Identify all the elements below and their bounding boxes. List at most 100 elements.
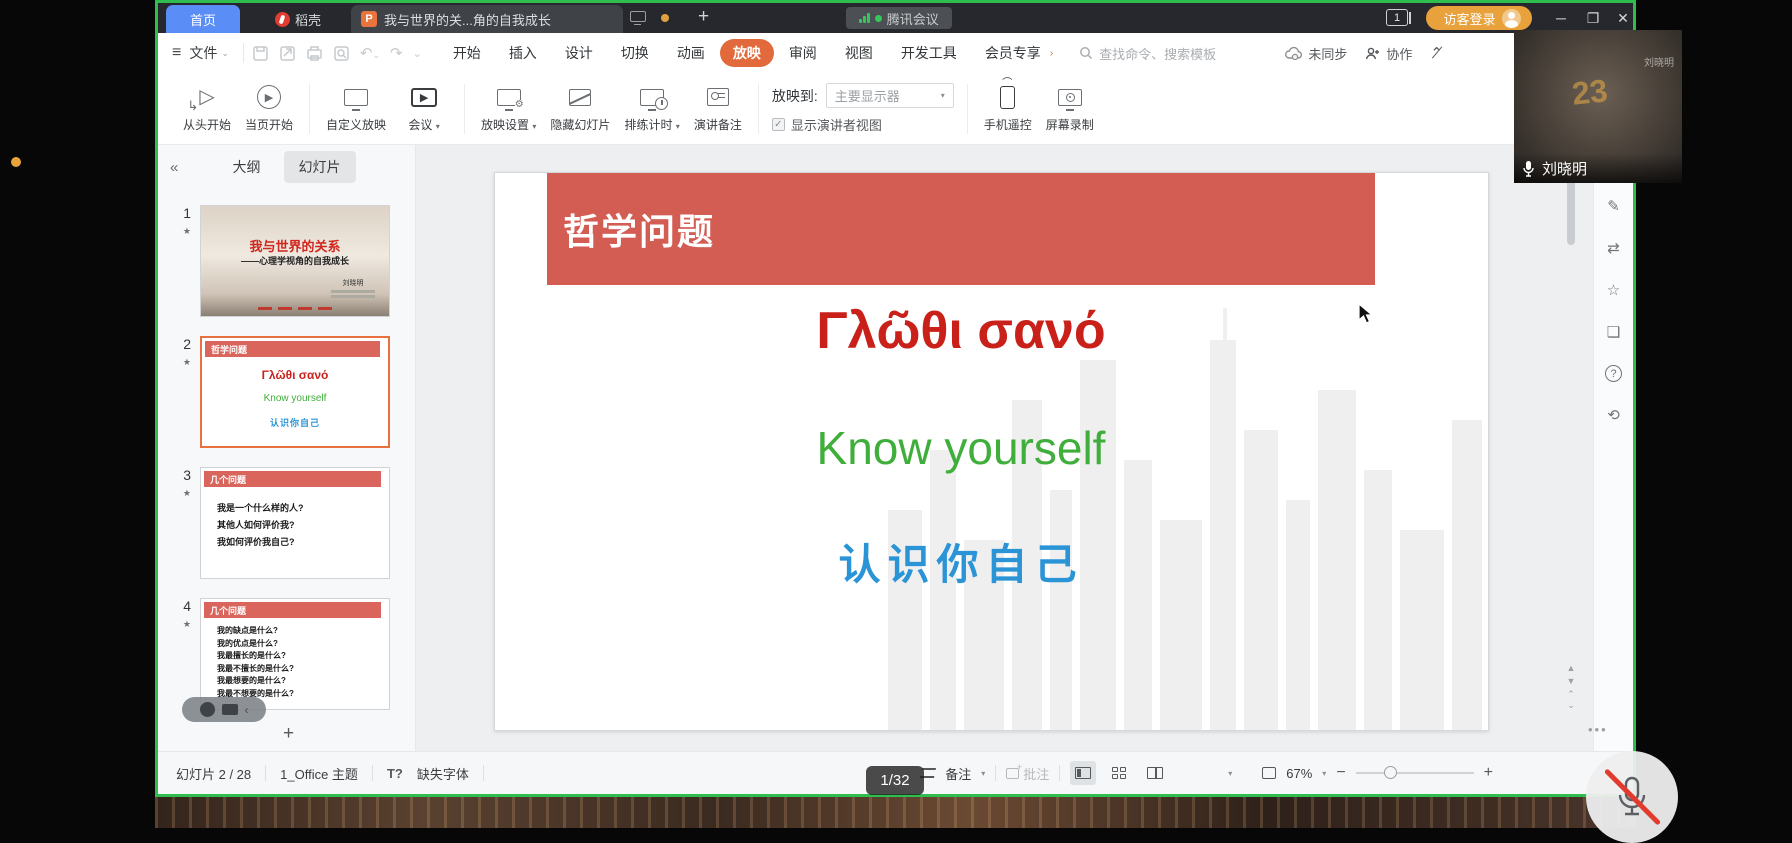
canvas-scrollbar[interactable]: ▲ ▼ ⌃⌄ bbox=[1565, 163, 1577, 733]
zoom-out-button[interactable]: − bbox=[1336, 764, 1345, 782]
redo-icon[interactable]: ↷ bbox=[390, 44, 403, 62]
comments-button[interactable]: 批注 bbox=[1006, 764, 1049, 783]
slide-english-text[interactable]: Know yourself bbox=[547, 421, 1375, 475]
slide-number: 3 bbox=[183, 467, 191, 483]
scrollbar-thumb[interactable] bbox=[1567, 173, 1575, 245]
view-read-button[interactable] bbox=[1142, 761, 1168, 785]
slide-thumbnail-1[interactable]: 1 ★ 我与世界的关系 ——心理学视角的自我成长 刘晓明 bbox=[158, 205, 390, 317]
tab-view[interactable]: 视图 bbox=[832, 39, 886, 67]
guest-login-button[interactable]: 访客登录 bbox=[1426, 6, 1532, 30]
current-slide[interactable]: 哲学问题 Γλῶθι σανό Know yourself 认识你自己 bbox=[494, 172, 1489, 731]
emoji-icon[interactable] bbox=[200, 702, 215, 717]
restore-button[interactable]: ❐ bbox=[1578, 3, 1608, 33]
adjust-icon[interactable]: ⇄ bbox=[1607, 239, 1620, 257]
slide-title-bar[interactable]: 哲学问题 bbox=[547, 173, 1375, 285]
view-normal-button[interactable] bbox=[1070, 761, 1096, 785]
view-more-caret-icon[interactable]: ▾ bbox=[1228, 769, 1232, 778]
zoom-level[interactable]: 67% bbox=[1286, 766, 1312, 781]
undo-icon[interactable]: ↶⌄ bbox=[360, 44, 380, 62]
tab-design[interactable]: 设计 bbox=[552, 39, 606, 67]
more-options-dots-icon[interactable]: ••• bbox=[1588, 722, 1608, 737]
tab-slideshow[interactable]: 放映 bbox=[720, 39, 774, 67]
collapse-panel-button[interactable]: « bbox=[170, 159, 178, 176]
phone-remote-button[interactable]: 手机遥控 bbox=[977, 78, 1039, 140]
tab-insert[interactable]: 插入 bbox=[496, 39, 550, 67]
display-target-select[interactable]: 主要显示器 ▾ bbox=[826, 83, 954, 108]
zoom-slider-knob[interactable] bbox=[1384, 766, 1397, 779]
tab-devtools[interactable]: 开发工具 bbox=[888, 39, 970, 67]
meeting-button[interactable]: ▶ 会议 ▾ bbox=[393, 78, 455, 140]
new-tab-button[interactable]: + bbox=[698, 6, 709, 28]
slide-canvas[interactable]: 哲学问题 Γλῶθι σανό Know yourself 认识你自己 ▲ ▼ … bbox=[416, 145, 1593, 751]
tab-vip[interactable]: 会员专享 bbox=[972, 39, 1054, 67]
slide-thumbnail-4[interactable]: 4 ★ 几个问题 我的缺点是什么? 我的优点是什么? 我最擅长的是什么? 我最不… bbox=[158, 598, 390, 710]
hamburger-icon[interactable]: ≡ bbox=[172, 44, 181, 62]
preview-icon[interactable] bbox=[333, 45, 350, 62]
scroll-up-icon[interactable]: ▲ bbox=[1565, 663, 1577, 673]
file-caret-icon[interactable]: ⌄ bbox=[221, 48, 229, 59]
tab-start[interactable]: 开始 bbox=[440, 39, 494, 67]
slide-chinese-text[interactable]: 认识你自己 bbox=[547, 531, 1375, 592]
slide-thumbnail-2-selected[interactable]: 2 ★ 哲学问题 Γλῶθι σανό Know yourself 认识你自己 bbox=[158, 336, 390, 448]
sync-status[interactable]: 未同步 bbox=[1284, 44, 1347, 63]
slide-greek-text[interactable]: Γλῶθι σανό bbox=[547, 301, 1375, 361]
screen-cast-icon[interactable] bbox=[630, 11, 646, 22]
screen-record-button[interactable]: 屏幕录制 bbox=[1039, 78, 1101, 140]
mute-mic-button[interactable] bbox=[1586, 751, 1678, 843]
tab-document[interactable]: P 我与世界的关...角的自我成长 bbox=[351, 5, 623, 33]
meeting-title-pill[interactable]: 腾讯会议 bbox=[846, 7, 952, 29]
close-button[interactable]: ✕ bbox=[1608, 3, 1638, 33]
vip-more-icon[interactable]: › bbox=[1050, 48, 1053, 59]
chevron-down-icon[interactable]: ▾ bbox=[981, 769, 985, 778]
tab-home[interactable]: 首页 bbox=[166, 5, 240, 33]
tab-daoke[interactable]: 稻壳 bbox=[254, 5, 342, 33]
zoom-caret-icon[interactable]: ▾ bbox=[1322, 769, 1326, 778]
missing-font-label[interactable]: 缺失字体 bbox=[417, 764, 469, 783]
help-icon[interactable]: ? bbox=[1605, 365, 1622, 382]
tab-outline[interactable]: 大纲 bbox=[218, 151, 276, 183]
export-icon[interactable] bbox=[279, 45, 296, 62]
more-commands-icon[interactable]: ⌄ bbox=[413, 47, 422, 60]
tab-slides[interactable]: 幻灯片 bbox=[284, 151, 356, 183]
file-menu[interactable]: 文件 bbox=[189, 43, 217, 63]
tab-review[interactable]: 审阅 bbox=[776, 39, 830, 67]
ime-toolbar[interactable]: ‹ bbox=[182, 697, 266, 722]
tab-animation[interactable]: 动画 bbox=[664, 39, 718, 67]
keyboard-icon[interactable] bbox=[222, 704, 238, 715]
chevron-down-icon: ▾ bbox=[941, 91, 945, 100]
daoke-logo-icon bbox=[275, 12, 290, 27]
theme-name[interactable]: 1_Office 主题 bbox=[280, 764, 358, 783]
notes-button[interactable]: 备注 bbox=[945, 764, 971, 783]
view-sorter-button[interactable] bbox=[1106, 761, 1132, 785]
from-current-button[interactable]: ▶ 当页开始 bbox=[238, 78, 300, 140]
command-search[interactable]: 查找命令、搜索模板 bbox=[1079, 44, 1216, 63]
add-slide-button[interactable]: + bbox=[283, 723, 294, 745]
custom-show-button[interactable]: 自定义放映 bbox=[319, 78, 393, 140]
copy-icon[interactable]: ❏ bbox=[1607, 323, 1620, 341]
fit-screen-icon[interactable] bbox=[1262, 767, 1276, 779]
print-icon[interactable] bbox=[306, 45, 323, 62]
from-beginning-button[interactable]: ▷ 从头开始 bbox=[176, 78, 238, 140]
chevron-left-icon[interactable]: ‹ bbox=[245, 703, 249, 717]
scroll-down-icon[interactable]: ▼ bbox=[1565, 676, 1577, 686]
speaker-notes-button[interactable]: 演讲备注 bbox=[687, 78, 749, 140]
window-count-badge[interactable]: 1 bbox=[1386, 9, 1408, 26]
slide-thumbnail-3[interactable]: 3 ★ 几个问题 我是一个什么样的人? 其他人如何评价我? 我如何评价我自己? bbox=[158, 467, 390, 579]
webcam-overlay[interactable]: 23 刘晓明 刘晓明 bbox=[1514, 30, 1682, 183]
scroll-pages-icon[interactable]: ⌃⌄ bbox=[1565, 689, 1577, 711]
rehearse-button[interactable]: 排练计时 ▾ bbox=[617, 78, 686, 140]
tab-transition[interactable]: 切换 bbox=[608, 39, 662, 67]
zoom-in-button[interactable]: + bbox=[1484, 764, 1493, 782]
cityscape-watermark bbox=[878, 300, 1489, 730]
presenter-view-checkbox[interactable]: ✓ bbox=[772, 118, 785, 131]
zoom-slider[interactable] bbox=[1356, 772, 1474, 774]
hide-slide-button[interactable]: 隐藏幻灯片 bbox=[543, 78, 617, 140]
minimize-button[interactable]: ─ bbox=[1546, 3, 1576, 33]
collab-button[interactable]: 协作 bbox=[1365, 44, 1412, 63]
history-icon[interactable]: ⟲ bbox=[1607, 406, 1620, 424]
share-icon[interactable]: ⌃̸ bbox=[1430, 44, 1443, 62]
save-icon[interactable] bbox=[252, 45, 269, 62]
show-settings-button[interactable]: ⚙ 放映设置 ▾ bbox=[474, 78, 543, 140]
star-icon[interactable]: ☆ bbox=[1607, 281, 1620, 299]
edit-icon[interactable]: ✎ bbox=[1607, 197, 1620, 215]
